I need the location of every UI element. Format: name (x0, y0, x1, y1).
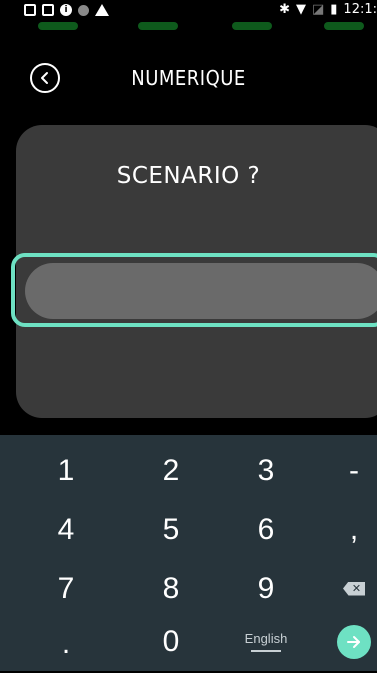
warning-icon (95, 4, 109, 16)
status-bar: i ✱ ▼ ◪ ▮ 12:1: (0, 0, 377, 30)
bluetooth-icon: ✱ (279, 2, 290, 17)
key-3[interactable]: 3 (219, 441, 313, 500)
key-4[interactable]: 4 (19, 500, 113, 559)
header: NUMERIQUE (0, 50, 377, 106)
led-indicator (324, 22, 364, 30)
key-0[interactable]: 0 (124, 612, 218, 671)
key-7[interactable]: 7 (19, 559, 113, 618)
key-period[interactable]: . (19, 614, 113, 673)
status-right-icons: ✱ ▼ ◪ ▮ 12:1: (279, 2, 377, 17)
key-2[interactable]: 2 (124, 441, 218, 500)
language-key[interactable]: English (219, 612, 313, 671)
key-8[interactable]: 8 (124, 559, 218, 618)
key-5[interactable]: 5 (124, 500, 218, 559)
image-icon (42, 4, 54, 16)
key-6[interactable]: 6 (219, 500, 313, 559)
numeric-keyboard: 1 2 3 - 4 5 6 , 7 8 9 ✕ . 0 English (0, 435, 377, 671)
scenario-input[interactable] (25, 263, 377, 319)
key-comma[interactable]: , (307, 500, 377, 559)
language-indicator (251, 650, 281, 652)
no-signal-icon: ◪ (311, 2, 325, 17)
key-minus[interactable]: - (307, 441, 377, 500)
page-title: NUMERIQUE (131, 66, 246, 90)
led-indicator (38, 22, 78, 30)
screenshot-icon (24, 4, 36, 16)
status-time: 12:1: (343, 2, 377, 17)
led-indicator (232, 22, 272, 30)
enter-key[interactable] (307, 612, 377, 671)
info-icon: i (60, 4, 72, 16)
language-label: English (244, 631, 288, 646)
led-indicator (138, 22, 178, 30)
key-1[interactable]: 1 (19, 441, 113, 500)
battery-icon: ▮ (330, 2, 338, 17)
arrow-right-icon (337, 624, 371, 659)
key-9[interactable]: 9 (219, 559, 313, 618)
backspace-icon: ✕ (343, 581, 365, 596)
dot-icon (78, 4, 89, 16)
status-left-icons: i (24, 4, 109, 16)
backspace-key[interactable]: ✕ (307, 559, 377, 618)
led-indicators (0, 22, 377, 32)
dialog-prompt: SCENARIO ? (116, 163, 261, 189)
wifi-icon: ▼ (295, 2, 306, 17)
